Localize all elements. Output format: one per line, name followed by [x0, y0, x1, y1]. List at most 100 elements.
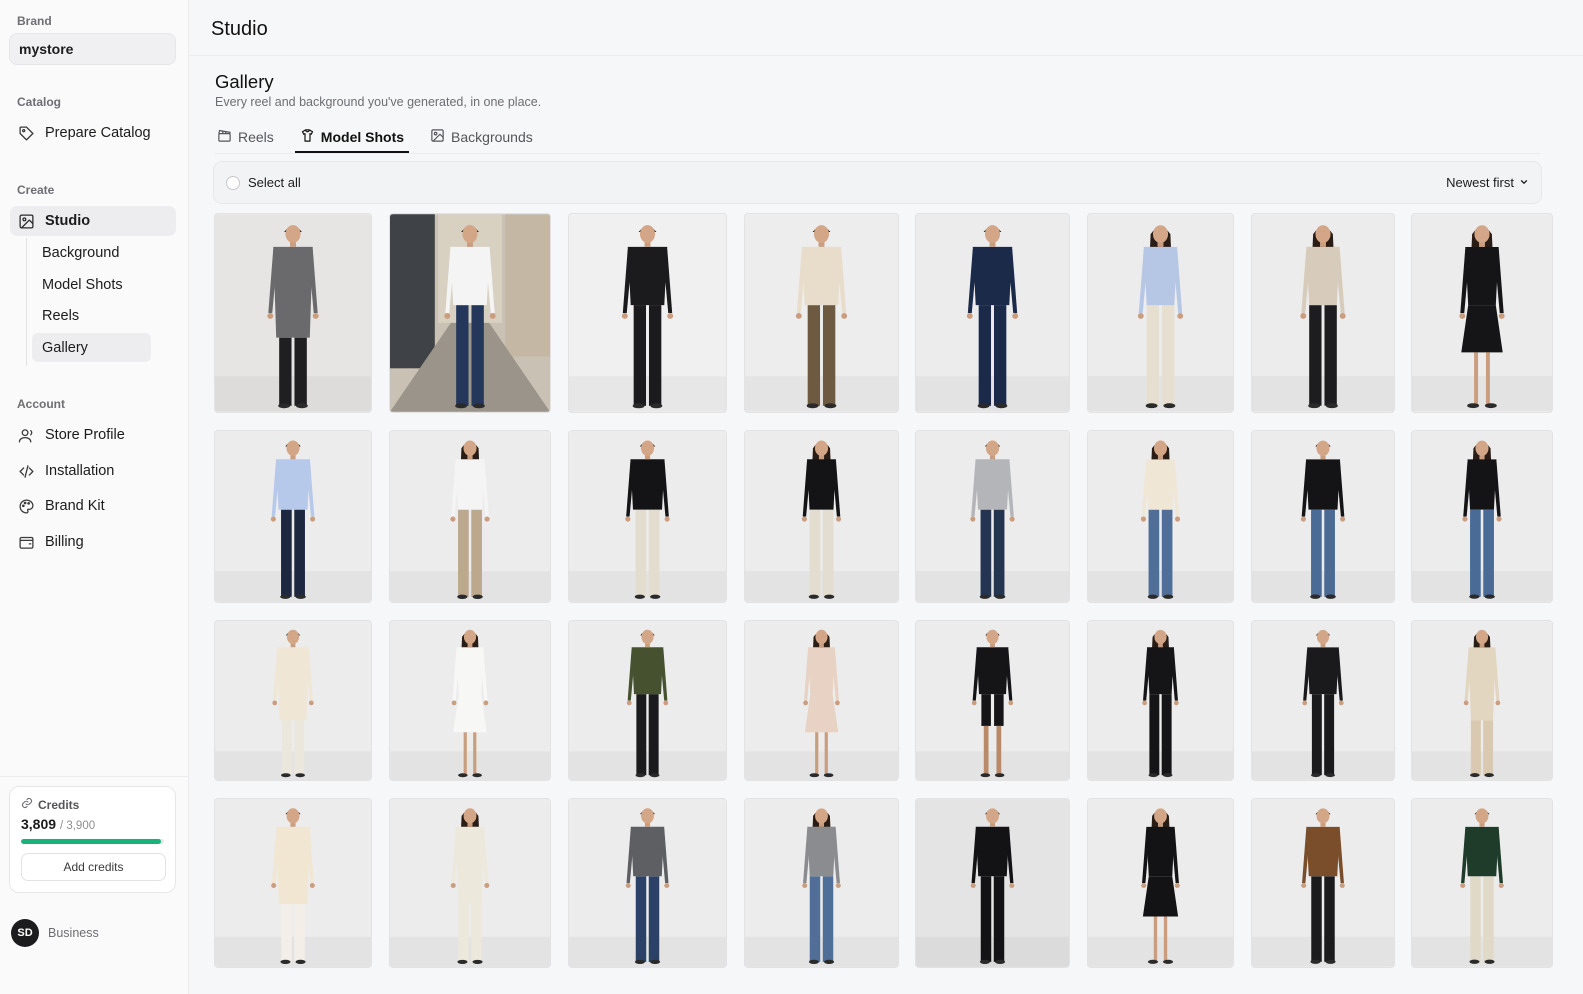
model-shot-image [1088, 214, 1233, 412]
model-shot-image [569, 621, 726, 780]
nav-item-prepare-catalog[interactable]: Prepare Catalog [10, 118, 176, 148]
gallery-tile[interactable] [214, 213, 372, 413]
model-shot-image [1412, 431, 1552, 602]
gallery-tile[interactable] [915, 430, 1070, 603]
gallery-tile[interactable] [568, 213, 727, 413]
gallery-tile[interactable] [1087, 798, 1234, 968]
nav-item-label: Brand Kit [45, 498, 105, 514]
gallery-tile[interactable] [1087, 620, 1234, 781]
tab-label: Backgrounds [451, 128, 533, 145]
gallery-tile[interactable] [568, 620, 727, 781]
app-title: Studio [211, 18, 268, 40]
model-shot-image [390, 431, 550, 602]
create-section-label: Create [17, 183, 55, 197]
nav-item-billing[interactable]: Billing [10, 527, 176, 557]
link-icon [21, 797, 33, 812]
gallery-tile[interactable] [915, 213, 1070, 413]
credits-header: Credits [21, 797, 79, 812]
model-shot-image [390, 621, 550, 780]
model-shot-image [916, 799, 1069, 967]
gallery-tile[interactable] [1411, 430, 1553, 603]
model-shot-image [215, 431, 371, 602]
gallery-tile[interactable] [915, 798, 1070, 968]
gallery-tile[interactable] [214, 620, 372, 781]
code-icon [17, 462, 35, 480]
gallery-tile[interactable] [744, 798, 899, 968]
gallery-tile[interactable] [389, 798, 551, 968]
gallery-tile[interactable] [1411, 213, 1553, 413]
brand-section-label: Brand [17, 14, 52, 28]
sidebar-divider [0, 776, 189, 777]
select-all-label[interactable]: Select all [248, 175, 301, 190]
model-shot-image [1412, 799, 1552, 967]
subnav-item-reels[interactable]: Reels [32, 301, 151, 330]
shirt-icon [300, 128, 315, 146]
gallery-tile[interactable] [1251, 430, 1395, 603]
model-shot-image [215, 214, 371, 412]
tab-label: Model Shots [320, 128, 405, 145]
sort-dropdown[interactable]: Newest first [1446, 175, 1529, 190]
chevron-down-icon [1519, 175, 1529, 190]
model-shot-image [916, 621, 1069, 780]
gallery-tile[interactable] [1251, 620, 1395, 781]
nav-item-label: Installation [45, 463, 115, 479]
nav-item-studio[interactable]: Studio [10, 206, 176, 236]
subnav-item-model-shots[interactable]: Model Shots [32, 270, 151, 299]
gallery-tile[interactable] [744, 620, 899, 781]
image-icon [430, 128, 445, 146]
gallery-tile[interactable] [1251, 798, 1395, 968]
gallery-tile[interactable] [1411, 798, 1553, 968]
model-shot-image [745, 214, 898, 412]
model-shot-image [745, 621, 898, 780]
nav-item-store-profile[interactable]: Store Profile [10, 420, 176, 450]
model-shot-image [1252, 621, 1394, 780]
add-credits-button[interactable]: Add credits [21, 853, 166, 881]
gallery-tile[interactable] [744, 213, 899, 413]
gallery-tile[interactable] [214, 430, 372, 603]
model-shot-image [1088, 621, 1233, 780]
gallery-tile[interactable] [568, 430, 727, 603]
gallery-tile[interactable] [389, 213, 551, 413]
topbar-divider [189, 55, 1583, 56]
gallery-tile[interactable] [389, 430, 551, 603]
clapper-icon [217, 128, 232, 146]
brand-selector[interactable]: mystore [9, 33, 176, 65]
gallery-tile[interactable] [568, 798, 727, 968]
avatar[interactable]: SD [11, 919, 39, 947]
tab-model-shots[interactable]: Model Shots [294, 120, 410, 153]
wallet-icon [17, 533, 35, 551]
model-shot-image [1252, 431, 1394, 602]
model-shot-image [745, 799, 898, 967]
tab-reels[interactable]: Reels [215, 120, 276, 153]
gallery-tile[interactable] [1251, 213, 1395, 413]
gallery-tile[interactable] [915, 620, 1070, 781]
model-shot-image [569, 431, 726, 602]
model-shot-image [215, 799, 371, 967]
tab-backgrounds[interactable]: Backgrounds [428, 120, 535, 153]
gallery-tile[interactable] [1087, 430, 1234, 603]
model-shot-image [1252, 799, 1394, 967]
tag-icon [17, 124, 35, 142]
gallery-tabs: Reels Model Shots Backgrounds [215, 120, 557, 153]
credits-balance: 3,809 / 3,900 [21, 816, 95, 832]
gallery-tile[interactable] [744, 430, 899, 603]
credits-used: 3,809 [21, 816, 57, 832]
gallery-tile[interactable] [1411, 620, 1553, 781]
model-shot-image [215, 621, 371, 780]
gallery-tile[interactable] [214, 798, 372, 968]
credits-progress-bar [21, 839, 164, 844]
tab-label: Reels [238, 128, 274, 145]
model-shot-image [390, 799, 550, 967]
gallery-tile[interactable] [389, 620, 551, 781]
nav-item-label: Store Profile [45, 427, 125, 443]
credits-progress-fill [21, 839, 161, 844]
nav-item-brand-kit[interactable]: Brand Kit [10, 491, 176, 521]
gallery-tile[interactable] [1087, 213, 1234, 413]
subnav-item-gallery[interactable]: Gallery [32, 333, 151, 362]
select-all-checkbox[interactable] [226, 176, 240, 190]
model-shot-image [1412, 621, 1552, 780]
subnav-item-background[interactable]: Background [32, 238, 151, 267]
nav-item-installation[interactable]: Installation [10, 456, 176, 486]
catalog-section-label: Catalog [17, 95, 62, 109]
plan-label: Business [48, 926, 99, 940]
